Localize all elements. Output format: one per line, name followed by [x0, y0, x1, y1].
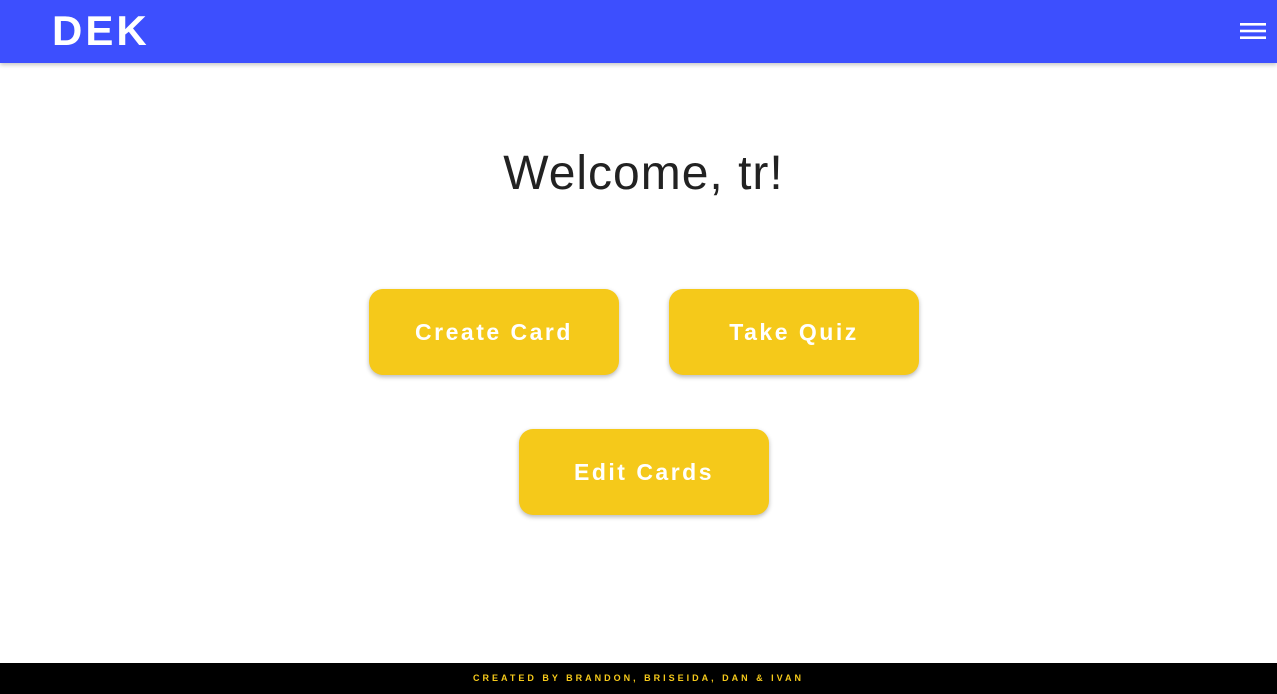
take-quiz-button[interactable]: Take Quiz	[669, 289, 919, 375]
create-card-button[interactable]: Create Card	[369, 289, 619, 375]
welcome-heading: Welcome, tr!	[503, 147, 784, 200]
hamburger-menu-icon[interactable]	[1238, 20, 1268, 42]
logo-link[interactable]: DEK	[52, 9, 150, 53]
edit-cards-button[interactable]: Edit Cards	[519, 429, 769, 515]
top-navbar: DEK	[0, 0, 1277, 63]
footer-credits: CREATED BY BRANDON, BRISEIDA, DAN & IVAN	[472, 673, 804, 683]
footer: CREATED BY BRANDON, BRISEIDA, DAN & IVAN	[0, 663, 1277, 694]
